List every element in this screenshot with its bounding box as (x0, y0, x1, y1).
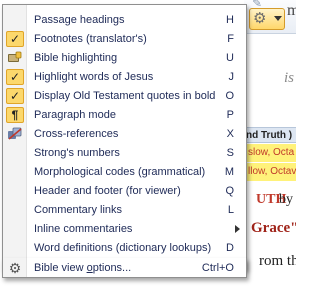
menu-item-word-definitions[interactable]: Word definitions (dictionary lookups) D (3, 239, 246, 257)
menu-item-label: Bible highlighting (34, 52, 118, 64)
menu-item-shortcut: O (225, 90, 234, 102)
menu-item-label: Footnotes (translator's) (34, 33, 147, 45)
table-row: llow, Octav (244, 163, 296, 181)
pilcrow-icon: ¶ (6, 107, 24, 123)
menu-item-label: Paragraph mode (34, 109, 116, 121)
menu-item-cross-references[interactable]: Cross-references X (3, 125, 246, 143)
menu-item-label-part: Bible view (34, 262, 87, 274)
menu-item-inline-commentaries[interactable]: Inline commentaries (3, 220, 246, 238)
check-icon: ✓ (6, 88, 24, 104)
menu-item-shortcut: F (227, 33, 234, 45)
gear-icon: ⚙ (8, 260, 22, 276)
menu-item-shortcut: U (226, 52, 234, 64)
menu-item-old-testament-quotes-bold[interactable]: ✓ Display Old Testament quotes in bold O (3, 87, 246, 105)
menu-item-morphological-codes[interactable]: Morphological codes (grammatical) M (3, 163, 246, 181)
chevron-down-icon (274, 16, 282, 21)
menu-item-strongs-numbers[interactable]: Strong's numbers S (3, 144, 246, 162)
menu-item-header-and-footer[interactable]: Header and footer (for viewer) Q (3, 182, 246, 200)
gear-icon: ⚙ (253, 10, 267, 27)
menu-item-label-part: ptions... (92, 262, 132, 274)
background-heading-grace: Grace" (251, 220, 296, 236)
menu-item-shortcut: X (226, 128, 234, 140)
menu-item-label: Word definitions (dictionary lookups) (34, 242, 212, 254)
menu-item-shortcut: M (224, 166, 234, 178)
highlighter-icon (6, 50, 24, 66)
submenu-arrow-icon (235, 225, 240, 233)
menu-item-label: Bible view options... (34, 259, 131, 277)
menu-item-label: Strong's numbers (34, 147, 120, 159)
check-icon: ✓ (6, 31, 24, 47)
menu-item-shortcut: Ctrl+O (201, 262, 234, 274)
menu-item-shortcut: L (227, 204, 234, 216)
menu-item-shortcut: D (226, 242, 234, 254)
menu-item-paragraph-mode[interactable]: ¶ Paragraph mode P (3, 106, 246, 124)
cross-reference-icon (6, 126, 24, 142)
screenshot-stage: ✎ ⚙ m is nd Truth ) slow, Octa llow, Oct… (0, 0, 296, 300)
menu-item-highlight-words-of-jesus[interactable]: ✓ Highlight words of Jesus J (3, 68, 246, 86)
menu-item-passage-headings[interactable]: Passage headings H (3, 11, 246, 29)
menu-item-label: Highlight words of Jesus (34, 71, 154, 83)
background-text-m: m (287, 2, 296, 19)
table-row: slow, Octa (244, 144, 296, 162)
menu-item-label: Inline commentaries (34, 223, 133, 235)
menu-item-label: Morphological codes (grammatical) (34, 166, 206, 178)
menu-item-shortcut: P (226, 109, 234, 121)
menu-item-label: Header and footer (for viewer) (34, 185, 181, 197)
menu-item-bible-view-options[interactable]: ⚙ Bible view options... Ctrl+O (3, 259, 246, 277)
menu-footer-section: ⚙ Bible view options... Ctrl+O (2, 258, 247, 278)
menu-item-label: Display Old Testament quotes in bold (34, 90, 216, 102)
menu-item-shortcut: S (226, 147, 234, 159)
background-text-from: rom the (259, 253, 296, 269)
menu-item-shortcut: H (226, 14, 234, 26)
menu-item-shortcut: Q (225, 185, 234, 197)
menu-item-footnotes[interactable]: ✓ Footnotes (translator's) F (3, 30, 246, 48)
check-icon: ✓ (6, 69, 24, 85)
view-options-dropdown-button[interactable]: ⚙ (249, 8, 285, 30)
menu-item-label: Commentary links (34, 204, 123, 216)
menu-item-label: Passage headings (34, 14, 125, 26)
table-header: nd Truth ) (244, 127, 296, 143)
menu-item-shortcut: J (228, 71, 235, 83)
menu-item-commentary-links[interactable]: Commentary links L (3, 201, 246, 219)
background-text-is: is (284, 70, 295, 86)
menu-item-bible-highlighting[interactable]: Bible highlighting U (3, 49, 246, 67)
menu-item-label: Cross-references (34, 128, 119, 140)
bible-view-options-menu: Passage headings H ✓ Footnotes (translat… (2, 4, 247, 270)
background-text-by: by (279, 192, 293, 207)
